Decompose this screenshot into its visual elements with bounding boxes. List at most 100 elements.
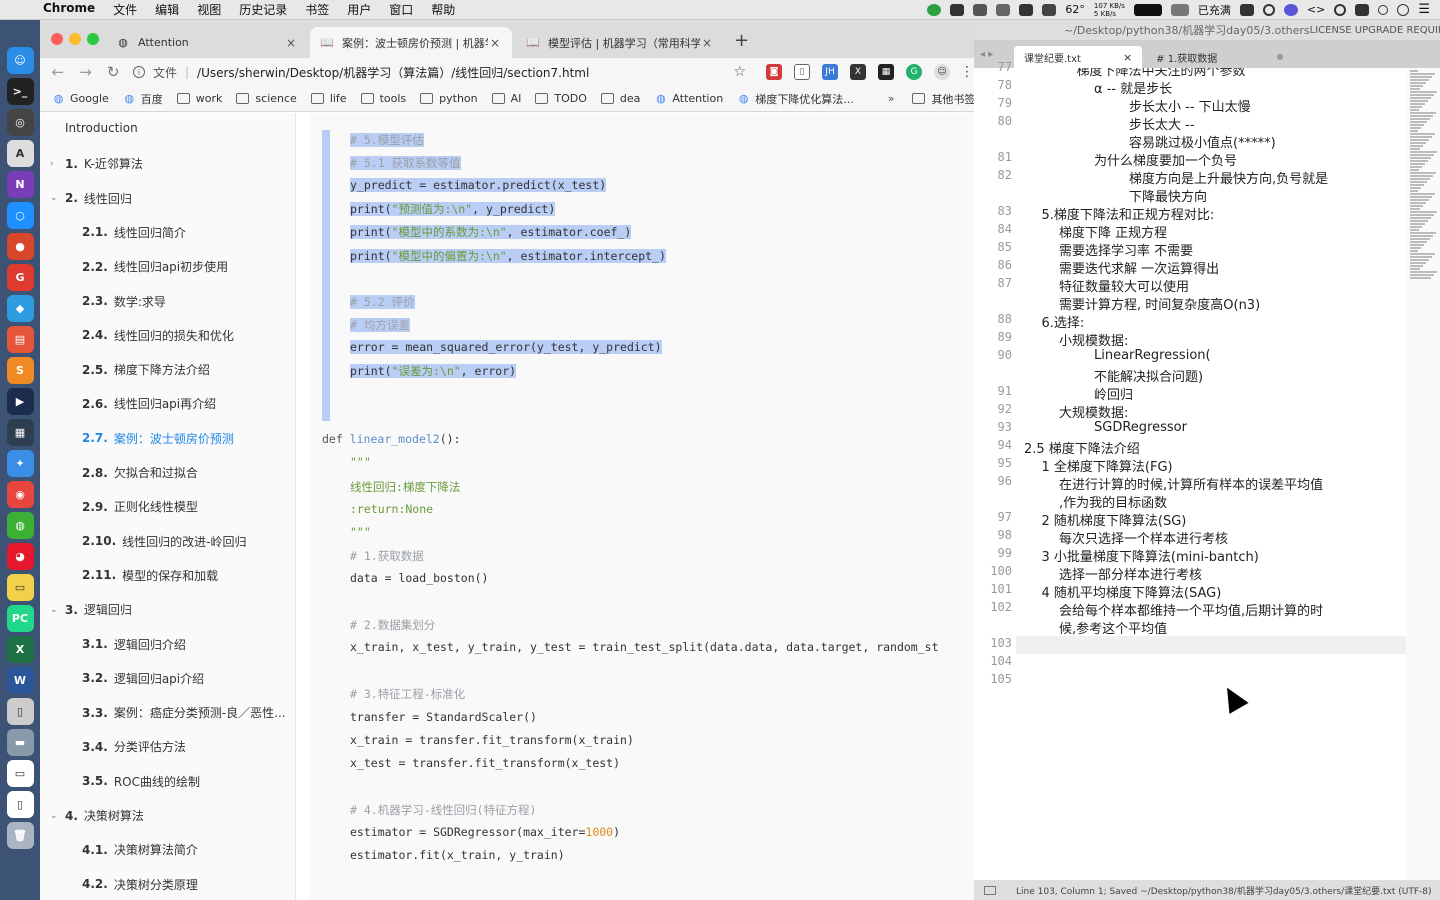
dock-notes-icon[interactable]: ▭ xyxy=(6,574,34,601)
window-icon[interactable] xyxy=(996,3,1011,16)
menu-item-1[interactable]: 文件 xyxy=(104,1,146,18)
dock-excel-icon[interactable]: X xyxy=(6,636,34,663)
minimap[interactable] xyxy=(1406,68,1440,880)
bookmark-1[interactable]: ◍ 百度 xyxy=(123,91,162,107)
back-arrow-icon[interactable]: ← xyxy=(44,63,72,81)
zoom-window-icon[interactable] xyxy=(87,33,99,45)
siri-icon[interactable] xyxy=(1283,3,1298,16)
address-bar[interactable]: i 文件 | /Users/sherwin/Desktop/机器学习（算法篇）/… xyxy=(132,64,725,81)
skype-icon[interactable] xyxy=(1355,3,1370,16)
dock-sublime-icon[interactable]: S xyxy=(6,357,34,384)
editor-text-area[interactable]: 梯度下降法中关注的两个参数 α -- 就是步长 步长太小 -- 下山太慢 步长太大 -… xyxy=(1016,68,1406,880)
dock-safari-icon[interactable]: ✦ xyxy=(6,450,34,477)
store-ext-icon[interactable]: ▦ xyxy=(878,64,895,80)
toc-item[interactable]: 2.11. 模型的保存和加载 xyxy=(82,567,218,584)
user-icon[interactable] xyxy=(1334,3,1347,16)
temperature[interactable]: 62° xyxy=(1065,3,1085,16)
dock-trash-icon[interactable]: 🗑 xyxy=(6,822,34,849)
battery-status[interactable]: 已充满 xyxy=(1198,2,1231,18)
dock-app10-icon[interactable]: ▤ xyxy=(6,326,34,353)
toc-item[interactable]: 2.10. 线性回归的改进-岭回归 xyxy=(82,533,247,550)
menu-item-3[interactable]: 视图 xyxy=(188,1,230,18)
toc-item[interactable]: ⌄ 3. 逻辑回归 xyxy=(50,601,132,618)
chevron-icon[interactable]: ⌄ xyxy=(50,605,60,615)
toc-item[interactable]: 2.1. 线性回归简介 xyxy=(82,224,186,241)
dock-app8-icon[interactable]: G xyxy=(6,264,34,291)
toc-item[interactable]: 2.4. 线性回归的损失和优化 xyxy=(82,327,234,344)
jh-ext-icon[interactable]: JH xyxy=(822,64,839,80)
dock-app24-icon[interactable]: ▭ xyxy=(6,760,34,787)
more-menu-icon[interactable]: ⋮ xyxy=(960,64,974,80)
bookmark-5[interactable]: tools xyxy=(360,92,406,105)
menu-list-icon[interactable]: ☰ xyxy=(1418,2,1430,17)
tab-close-icon[interactable]: × xyxy=(700,36,714,50)
menu-item-8[interactable]: 帮助 xyxy=(422,1,464,18)
menu-item-0[interactable]: Chrome xyxy=(34,1,104,18)
bookmark-2[interactable]: work xyxy=(176,92,222,105)
toc-item[interactable]: 3.2. 逻辑回归api介绍 xyxy=(82,670,204,687)
cloud-icon[interactable] xyxy=(973,3,988,16)
menu-item-6[interactable]: 用户 xyxy=(338,1,380,18)
url-text[interactable]: /Users/sherwin/Desktop/机器学习（算法篇）/线性回归/se… xyxy=(197,64,589,81)
editor-tab-1[interactable]: # 1.获取数据 xyxy=(1146,46,1293,68)
forward-arrow-icon[interactable]: → xyxy=(72,63,100,81)
bookmark-star-icon[interactable]: ☆ xyxy=(733,64,746,80)
toc-item[interactable]: 2.7. 案例：波士顿房价预测 xyxy=(82,430,234,447)
toc-item[interactable]: 2.8. 欠拟合和过拟合 xyxy=(82,464,198,481)
dock-app25-icon[interactable]: ▯ xyxy=(6,791,34,818)
toc-item[interactable]: ⌄ 4. 决策树算法 xyxy=(50,807,144,824)
chevron-icon[interactable]: › xyxy=(50,159,60,169)
toc-item[interactable]: 2.3. 数学:求导 xyxy=(82,293,166,310)
menu-item-5[interactable]: 书签 xyxy=(296,1,338,18)
close-window-icon[interactable] xyxy=(51,33,63,45)
extension-1-icon[interactable]: ◙ xyxy=(766,64,783,80)
tab-nav-arrows-icon[interactable]: ◂ ▸ xyxy=(974,49,1014,60)
toc-item[interactable]: Introduction xyxy=(65,121,138,135)
bookmark-11[interactable]: ◍ 梯度下降优化算法... xyxy=(737,91,854,107)
x-ext-icon[interactable]: X xyxy=(850,64,867,80)
minimize-window-icon[interactable] xyxy=(69,33,81,45)
menu-item-7[interactable]: 窗口 xyxy=(380,1,422,18)
input-method-icon[interactable] xyxy=(1019,3,1034,16)
bookmark-3[interactable]: science xyxy=(236,92,297,105)
send-icon[interactable] xyxy=(1042,3,1057,16)
toc-item[interactable]: 3.4. 分类评估方法 xyxy=(82,738,186,755)
reload-icon[interactable]: ↻ xyxy=(99,63,127,81)
panel-toggle-icon[interactable] xyxy=(984,885,996,895)
toc-item[interactable]: ⌄ 2. 线性回归 xyxy=(50,190,132,207)
tab-close-icon[interactable]: × xyxy=(488,36,502,50)
chevron-icon[interactable]: ⌄ xyxy=(50,811,60,821)
toc-item[interactable]: 4.1. 决策树算法简介 xyxy=(82,841,198,858)
editor-tab-close-icon[interactable]: × xyxy=(1123,51,1132,64)
dock-chrome-icon[interactable]: ◉ xyxy=(6,481,34,508)
dock-app6-icon[interactable]: ○ xyxy=(6,202,34,229)
dock-appstore-icon[interactable]: A xyxy=(6,140,34,167)
bookmark-ext-icon[interactable]: ▯ xyxy=(794,64,811,80)
dock-terminal-icon[interactable]: >_ xyxy=(6,78,34,105)
battery-icon[interactable] xyxy=(1170,3,1189,16)
toc-item[interactable]: 2.5. 梯度下降方法介绍 xyxy=(82,361,210,378)
search-icon[interactable] xyxy=(1262,3,1275,16)
code-icon[interactable]: <> xyxy=(1307,3,1325,16)
cpu-graph-icon[interactable] xyxy=(1133,3,1162,16)
grammarly-icon[interactable]: G xyxy=(906,64,923,80)
toc-item[interactable]: 4.2. 决策树分类原理 xyxy=(82,876,198,893)
upload-icon[interactable] xyxy=(927,3,942,16)
dock-app9-icon[interactable]: ◆ xyxy=(6,295,34,322)
browser-tab-1[interactable]: 📖 案例：波士顿房价预测 | 机器学 × xyxy=(310,27,512,58)
dock-app7-icon[interactable]: ● xyxy=(6,233,34,260)
clock-icon[interactable] xyxy=(1397,3,1410,16)
dock-wechat-icon[interactable]: ◍ xyxy=(6,512,34,539)
toc-item[interactable]: 2.9. 正则化线性模型 xyxy=(82,498,198,515)
bookmark-6[interactable]: python xyxy=(420,92,478,105)
toc-item[interactable]: 2.2. 线性回归api初步使用 xyxy=(82,258,228,275)
profile-avatar[interactable]: ☺ xyxy=(934,64,951,80)
bookmarks-more[interactable]: » xyxy=(888,92,895,105)
dock-preview-icon[interactable]: ▯ xyxy=(6,698,34,725)
menu-item-2[interactable]: 编辑 xyxy=(146,1,188,18)
wifi-icon[interactable] xyxy=(1239,3,1254,16)
tab-close-icon[interactable]: × xyxy=(284,36,298,50)
toc-item[interactable]: 3.5. ROC曲线的绘制 xyxy=(82,773,200,790)
dock-app13-icon[interactable]: ▦ xyxy=(6,419,34,446)
browser-tab-2[interactable]: 📖 模型评估 | 机器学习（常用科学 × xyxy=(516,27,724,58)
